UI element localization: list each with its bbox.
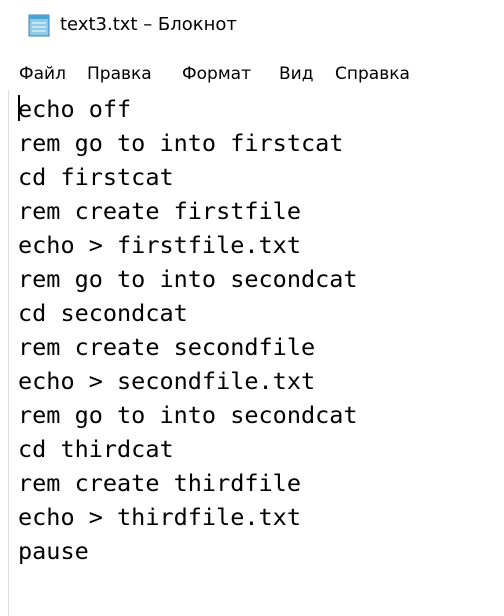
menu-format[interactable]: Формат	[182, 60, 251, 88]
editor-line[interactable]: echo > thirdfile.txt	[18, 500, 301, 534]
editor-line[interactable]: pause	[18, 534, 89, 568]
editor-line[interactable]: rem create secondfile	[18, 330, 315, 364]
editor-line[interactable]: echo > firstfile.txt	[18, 228, 301, 262]
editor-line[interactable]: rem go to into secondcat	[18, 262, 358, 296]
editor-line[interactable]: cd firstcat	[18, 160, 174, 194]
editor-line[interactable]: rem go to into secondcat	[18, 398, 358, 432]
menu-edit[interactable]: Правка	[87, 60, 152, 88]
editor-line[interactable]: rem create thirdfile	[18, 466, 301, 500]
editor-border	[8, 90, 9, 616]
text-editor[interactable]: echo off rem go to into firstcat cd firs…	[0, 90, 504, 616]
editor-line[interactable]: rem go to into firstcat	[18, 126, 343, 160]
notepad-window: text3.txt – Блокнот Файл Правка Формат В…	[0, 0, 504, 616]
editor-line[interactable]: cd thirdcat	[18, 432, 174, 466]
editor-line[interactable]: echo > secondfile.txt	[18, 364, 315, 398]
title-bar[interactable]: text3.txt – Блокнот	[0, 0, 504, 50]
window-title: text3.txt – Блокнот	[60, 14, 237, 35]
editor-line[interactable]: rem create firstfile	[18, 194, 301, 228]
menu-help[interactable]: Справка	[335, 60, 410, 88]
notepad-icon	[26, 12, 52, 38]
menu-bar: Файл Правка Формат Вид Справка	[0, 60, 504, 88]
menu-view[interactable]: Вид	[279, 60, 313, 88]
editor-line[interactable]: echo off	[18, 92, 131, 126]
editor-line[interactable]: cd secondcat	[18, 296, 188, 330]
menu-file[interactable]: Файл	[19, 60, 66, 88]
